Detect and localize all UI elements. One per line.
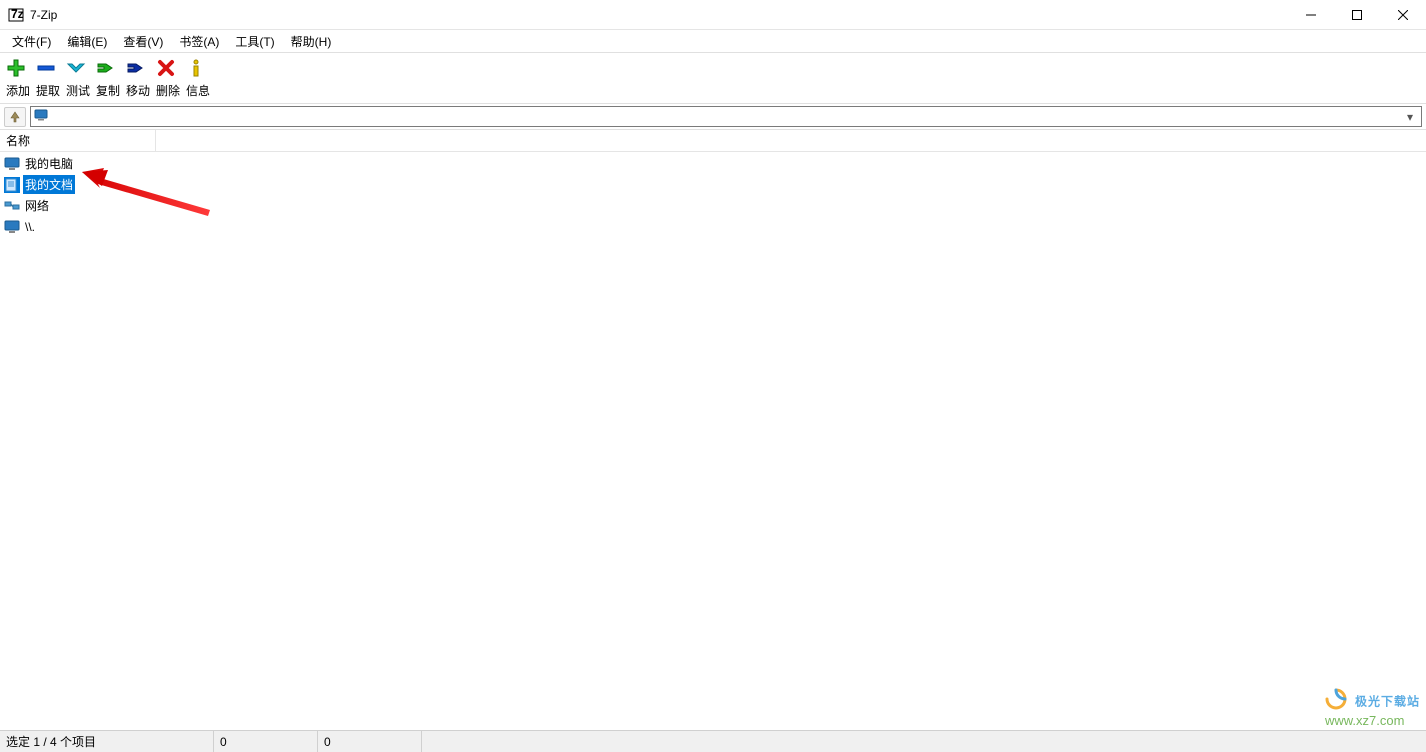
list-row-documents[interactable]: 我的文档 — [0, 174, 1426, 195]
extract-label[interactable]: 提取 — [34, 82, 62, 99]
up-button[interactable] — [4, 107, 26, 127]
test-icon[interactable] — [66, 58, 86, 78]
list-header: 名称 — [0, 130, 1426, 152]
list-row-root[interactable]: \\. — [0, 216, 1426, 237]
close-button[interactable] — [1380, 0, 1426, 30]
status-num1: 0 — [214, 731, 318, 752]
menu-tools[interactable]: 工具(T) — [227, 31, 282, 52]
app-icon: 7z — [8, 7, 24, 23]
status-rest — [422, 731, 1426, 752]
menu-edit[interactable]: 编辑(E) — [59, 31, 115, 52]
status-selection: 选定 1 / 4 个项目 — [0, 731, 214, 752]
svg-text:7z: 7z — [11, 7, 24, 21]
column-name[interactable]: 名称 — [0, 130, 156, 151]
list-row-network[interactable]: 网络 — [0, 195, 1426, 216]
address-input-wrap: ▾ — [30, 106, 1422, 127]
move-label[interactable]: 移动 — [124, 82, 152, 99]
add-label[interactable]: 添加 — [4, 82, 32, 99]
maximize-button[interactable] — [1334, 0, 1380, 30]
delete-icon[interactable] — [156, 58, 176, 78]
menu-view[interactable]: 查看(V) — [115, 31, 171, 52]
list-body: 我的电脑 我的文档 网络 \\. — [0, 152, 1426, 237]
test-label[interactable]: 测试 — [64, 82, 92, 99]
addressbar: ▾ — [0, 104, 1426, 130]
list-row-computer[interactable]: 我的电脑 — [0, 153, 1426, 174]
status-num2: 0 — [318, 731, 422, 752]
menubar: 文件(F) 编辑(E) 查看(V) 书签(A) 工具(T) 帮助(H) — [0, 30, 1426, 52]
extract-icon[interactable] — [36, 58, 56, 78]
statusbar: 选定 1 / 4 个项目 0 0 — [0, 730, 1426, 752]
address-dropdown-icon[interactable]: ▾ — [1402, 110, 1418, 124]
menu-bookmarks[interactable]: 书签(A) — [171, 31, 227, 52]
pc-icon — [34, 109, 48, 124]
window-title: 7-Zip — [30, 8, 57, 22]
copy-label[interactable]: 复制 — [94, 82, 122, 99]
menu-file[interactable]: 文件(F) — [4, 31, 59, 52]
toolbar: 添加 提取 测试 复制 移动 删除 信息 — [0, 52, 1426, 104]
address-input[interactable] — [51, 107, 1402, 126]
file-list-area: 名称 我的电脑 我的文档 网络 \\. — [0, 130, 1426, 730]
row-label: 我的文档 — [23, 175, 75, 194]
menu-help[interactable]: 帮助(H) — [283, 31, 340, 52]
documents-icon — [4, 177, 20, 193]
row-label: \\. — [23, 219, 37, 235]
computer2-icon — [4, 219, 20, 235]
row-label: 网络 — [23, 196, 51, 215]
copy-icon[interactable] — [96, 58, 116, 78]
minimize-button[interactable] — [1288, 0, 1334, 30]
info-label[interactable]: 信息 — [184, 82, 212, 99]
info-icon[interactable] — [186, 58, 206, 78]
computer-icon — [4, 156, 20, 172]
network-icon — [4, 198, 20, 214]
row-label: 我的电脑 — [23, 154, 75, 173]
delete-label[interactable]: 删除 — [154, 82, 182, 99]
move-icon[interactable] — [126, 58, 146, 78]
titlebar: 7z 7-Zip — [0, 0, 1426, 30]
add-icon[interactable] — [6, 58, 26, 78]
